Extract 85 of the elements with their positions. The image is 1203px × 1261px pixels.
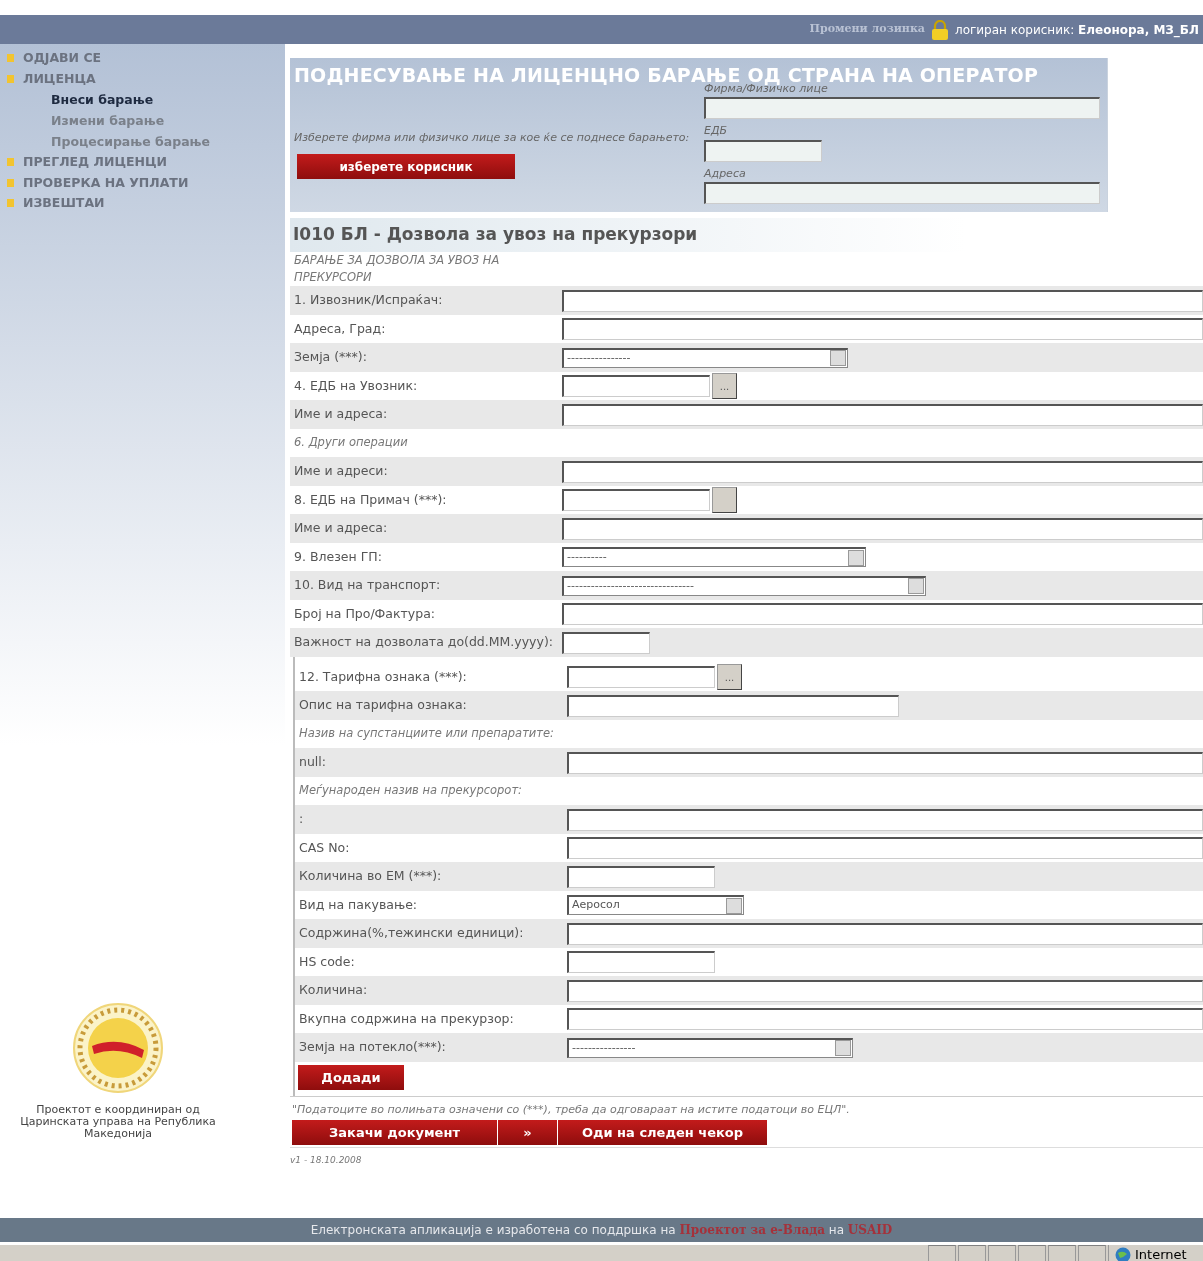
field-label: 12. Тарифна ознака (***): <box>298 667 468 686</box>
input-field[interactable] <box>704 97 1100 120</box>
field-label: 4. ЕДБ на Увозник: <box>293 376 419 395</box>
field-label: 8. ЕДБ на Примач (***): <box>293 490 448 509</box>
lookup-button[interactable]: ... <box>717 664 742 691</box>
globe-icon <box>1115 1247 1131 1261</box>
status-bar-panel <box>958 1245 986 1261</box>
input-field[interactable] <box>567 751 1203 774</box>
lookup-button[interactable]: ... <box>712 373 737 400</box>
field-label: Содржина(%,тежински единици): <box>298 924 525 943</box>
action-button[interactable]: Закачи документ <box>292 1120 498 1146</box>
field-label: Земја на потекло(***): <box>298 1038 447 1057</box>
input-field[interactable] <box>567 951 715 974</box>
field-label: Количина: <box>298 981 369 1000</box>
input-field[interactable] <box>567 837 1203 860</box>
section-heading: Меѓународен назив на прекурсорот: <box>298 782 523 800</box>
field-label: HS code: <box>298 952 356 971</box>
input-field[interactable] <box>567 1008 1203 1031</box>
field-label: Адреса, Град: <box>293 319 387 338</box>
action-button[interactable]: Оди на следен чекор <box>558 1120 768 1146</box>
field-label: null: <box>298 753 327 772</box>
credit-text: Проектот е координиран од Царинската управа на Република Македонија <box>19 1104 217 1140</box>
field-label: Адреса <box>704 165 747 182</box>
input-field[interactable] <box>562 289 1203 312</box>
status-zone-text: Internet <box>1135 1246 1187 1261</box>
version-text: v1 - 18.10.2008 <box>290 1147 1203 1168</box>
menu-item[interactable]: ИЗВЕШТАИ <box>7 193 285 214</box>
menu-item[interactable]: ПРЕГЛЕД ЛИЦЕНЦИ <box>7 152 285 173</box>
menu-item[interactable]: ОДЈАВИ СЕ <box>7 48 285 69</box>
select-prompt: Изберете фирма или физичко лице за кое ќе се поднесе барањето: <box>294 129 691 146</box>
input-field[interactable] <box>562 631 650 654</box>
input-field[interactable] <box>567 808 1203 831</box>
field-label: Име и адреса: <box>293 519 389 538</box>
input-field[interactable] <box>562 517 1203 540</box>
lock-icon <box>930 19 949 40</box>
section-heading: Назив на супстанциите или препаратите: <box>298 725 555 743</box>
input-field[interactable] <box>567 922 1203 945</box>
menu-item[interactable]: ЛИЦЕНЦА <box>7 68 285 89</box>
field-label: Име и адреса: <box>293 405 389 424</box>
status-bar-panel <box>1048 1245 1076 1261</box>
input-field[interactable] <box>704 182 1100 205</box>
input-field[interactable] <box>562 318 1203 341</box>
status-bar-panel <box>1078 1245 1106 1261</box>
field-label: Име и адреси: <box>293 462 389 481</box>
field-label: CAS No: <box>298 838 351 857</box>
menu-item[interactable]: ПРОВЕРКА НА УПЛАТИ <box>7 172 285 193</box>
field-label: Важност на дозволата до(dd.MM.yyyy): <box>293 633 554 652</box>
input-field[interactable] <box>567 865 715 888</box>
submenu-item[interactable]: Внеси барање <box>7 89 285 110</box>
field-label: Количина во ЕМ (***): <box>298 867 443 886</box>
input-field[interactable] <box>567 694 899 717</box>
dropdown-field[interactable]: ---------------- <box>562 347 848 368</box>
input-field[interactable] <box>562 603 1203 626</box>
status-bar-panel <box>928 1245 956 1261</box>
field-label: 1. Извозник/Испраќач: <box>293 291 444 310</box>
dropdown-field[interactable]: ---------- <box>562 547 866 568</box>
section-heading: БАРАЊЕ ЗА ДОЗВОЛА ЗА УВОЗ НА ПРЕКУРСОРИ <box>293 251 501 287</box>
select-user-button[interactable]: изберете корисник <box>297 154 515 180</box>
field-label: Земја (***): <box>293 348 368 367</box>
dropdown-field[interactable]: ---------------- <box>567 1037 853 1058</box>
add-button[interactable]: Додади <box>298 1064 404 1090</box>
input-field[interactable] <box>567 979 1203 1002</box>
user-info: логиран корисник: Елеонора, МЗ_БЛ <box>954 21 1199 39</box>
input-field[interactable] <box>704 139 822 162</box>
field-label: Број на Про/Фактура: <box>293 604 437 623</box>
field-label: : <box>298 810 305 829</box>
section-heading: 6. Други операции <box>293 434 409 452</box>
input-field[interactable] <box>562 489 710 512</box>
dropdown-field[interactable]: -------------------------------- <box>562 575 926 596</box>
input-field[interactable] <box>562 375 710 398</box>
input-field[interactable] <box>562 403 1203 426</box>
lookup-button[interactable] <box>712 487 737 514</box>
field-label: ЕДБ <box>704 123 729 140</box>
status-bar-panel <box>988 1245 1016 1261</box>
footer-text: Електронската апликација е изработена со поддршка на Проектот за е-Влада на USAID <box>310 1223 893 1237</box>
field-label: 10. Вид на транспорт: <box>293 576 442 595</box>
status-bar-panel <box>1018 1245 1046 1261</box>
input-field[interactable] <box>562 460 1203 483</box>
next-arrow-button[interactable]: » <box>498 1120 558 1146</box>
dropdown-field[interactable]: Аеросол <box>567 895 744 916</box>
field-label: Опис на тарифна ознака: <box>298 696 468 715</box>
input-field[interactable] <box>567 666 715 689</box>
field-label: Вид на пакување: <box>298 895 419 914</box>
field-label: Вкупна содржина на прекурзор: <box>298 1009 515 1028</box>
field-label: 9. Влезен ГП: <box>293 547 383 566</box>
